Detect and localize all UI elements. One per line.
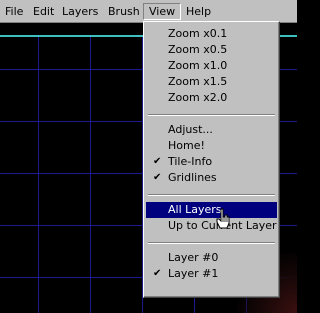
menu-view[interactable]: View: [143, 3, 182, 20]
check-icon: ✔: [153, 268, 162, 279]
menu-item-zoom-2-0[interactable]: Zoom x2.0: [146, 90, 277, 106]
menu-separator: [148, 242, 275, 244]
menu-file[interactable]: File: [0, 3, 28, 20]
menu-item-zoom-1-5[interactable]: Zoom x1.5: [146, 74, 277, 90]
menu-bar: File Edit Layers Brush View Help: [0, 0, 297, 23]
menu-brush[interactable]: Brush: [103, 3, 145, 20]
menu-item-home[interactable]: Home!: [146, 138, 277, 154]
menu-item-adjust[interactable]: Adjust...: [146, 122, 277, 138]
check-icon: ✔: [153, 172, 162, 183]
menu-item-gridlines[interactable]: ✔ Gridlines: [146, 170, 277, 186]
hand-cursor-icon: [216, 208, 230, 229]
menu-separator: [148, 114, 275, 116]
menu-help[interactable]: Help: [181, 3, 216, 20]
menu-edit[interactable]: Edit: [28, 3, 59, 20]
menu-item-layer-0[interactable]: Layer #0: [146, 250, 277, 266]
menu-item-up-to-current-layer[interactable]: Up to Current Layer: [146, 218, 277, 234]
menu-item-all-layers[interactable]: All Layers: [146, 202, 277, 218]
menu-layers[interactable]: Layers: [57, 3, 103, 20]
check-icon: ✔: [153, 156, 162, 167]
view-menu-dropdown: Zoom x0.1 Zoom x0.5 Zoom x1.0 Zoom x1.5 …: [143, 21, 280, 298]
menu-item-layer-1[interactable]: ✔ Layer #1: [146, 266, 277, 282]
menu-item-zoom-0-5[interactable]: Zoom x0.5: [146, 42, 277, 58]
menu-item-tile-info[interactable]: ✔ Tile-Info: [146, 154, 277, 170]
menu-separator: [148, 194, 275, 196]
menu-item-zoom-1-0[interactable]: Zoom x1.0: [146, 58, 277, 74]
menu-item-zoom-0-1[interactable]: Zoom x0.1: [146, 26, 277, 42]
